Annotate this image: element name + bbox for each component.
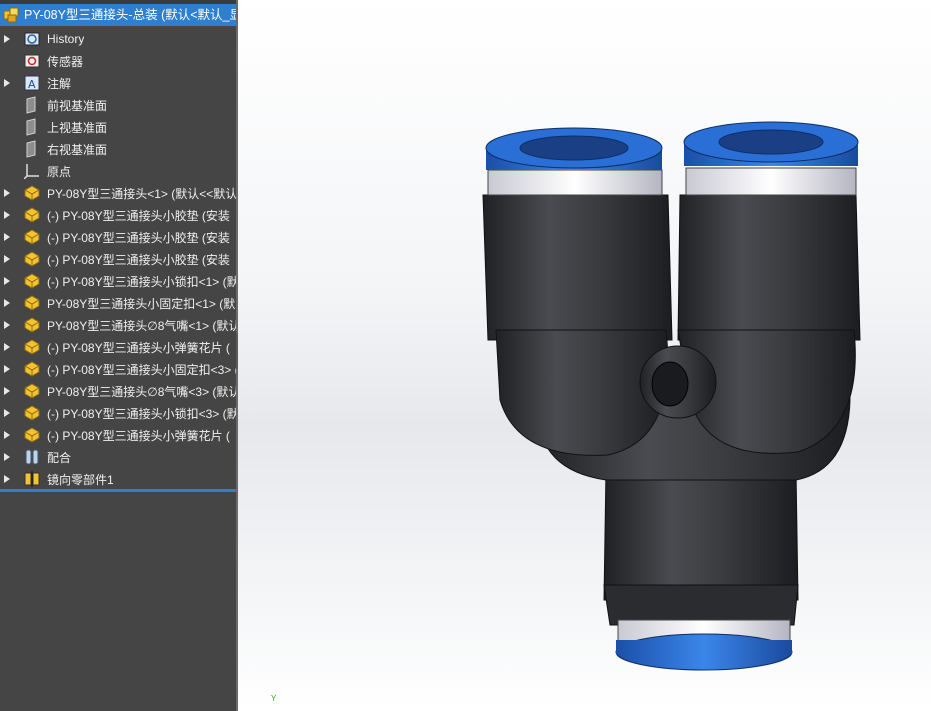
expand-arrow-icon[interactable] [0,431,14,439]
tree-item-label: (-) PY-08Y型三通接头小弹簧花片 ( [47,340,230,355]
tree-item-label: PY-08Y型三通接头<1> (默认<<默认 [47,186,236,201]
tree-item[interactable]: 镜向零部件1 [0,468,236,490]
right-cap-bore [718,129,824,155]
tree-item-label: (-) PY-08Y型三通接头小胶垫 (安装 [47,230,230,245]
expand-arrow-icon[interactable] [0,211,14,219]
tree-item[interactable]: (-) PY-08Y型三通接头小锁扣<1> (默 [0,270,236,292]
lower-cap-side [616,640,792,654]
tree-item[interactable]: PY-08Y型三通接头∅8气嘴<3> (默认 [0,380,236,402]
tree-item[interactable]: (-) PY-08Y型三通接头小胶垫 (安装 [0,226,236,248]
left-cap-bore [519,135,629,161]
assembly-icon [2,6,20,24]
y-connector-model[interactable] [238,0,931,711]
tree-item[interactable]: 前视基准面 [0,94,236,116]
expand-arrow-icon[interactable] [0,365,14,373]
plane-icon [22,118,42,136]
tree-item-label: 前视基准面 [47,98,108,113]
tree-item-label: (-) PY-08Y型三通接头小胶垫 (安装 [47,252,230,267]
expand-arrow-icon[interactable] [0,35,14,43]
tree-item-label: (-) PY-08Y型三通接头小胶垫 (安装 [47,208,230,223]
expand-arrow-icon[interactable] [0,387,14,395]
part-icon [22,404,42,422]
tree-item-label: 原点 [47,164,72,179]
center-boss-hole [651,361,689,407]
sensor-icon [22,52,42,70]
right-tube [677,194,861,341]
tree-item[interactable]: 上视基准面 [0,116,236,138]
mirror-component-icon [22,470,42,488]
part-icon [22,382,42,400]
part-icon [22,206,42,224]
tree-item[interactable]: (-) PY-08Y型三通接头小胶垫 (安装 [0,248,236,270]
tree-item-label: History [47,32,85,46]
part-icon [22,316,42,334]
tree-item[interactable]: History [0,28,236,50]
tree-item[interactable]: PY-08Y型三通接头∅8气嘴<1> (默认 [0,314,236,336]
tree-item-label: 上视基准面 [47,120,108,135]
part-icon [22,272,42,290]
expand-arrow-icon[interactable] [0,475,14,483]
feature-manager-tree[interactable]: PY-08Y型三通接头-总装 (默认<默认_显 History 传感器 A 注解前视基… [0,0,236,711]
part-icon [22,228,42,246]
tree-item[interactable]: 右视基准面 [0,138,236,160]
left-ring [487,169,663,196]
tree-item[interactable]: (-) PY-08Y型三通接头小弹簧花片 ( [0,336,236,358]
part-icon [22,360,42,378]
annotation-icon: A [22,74,42,92]
part-icon [22,426,42,444]
plane-icon [22,96,42,114]
mates-icon [22,448,42,466]
tree-item-label: PY-08Y型三通接头小固定扣<1> (默 [47,296,236,311]
expand-arrow-icon[interactable] [0,409,14,417]
part-icon [22,250,42,268]
lower-collar [603,584,799,626]
tree-item[interactable]: 原点 [0,160,236,182]
tree-item-label: (-) PY-08Y型三通接头小锁扣<1> (默 [47,274,236,289]
expand-arrow-icon[interactable] [0,233,14,241]
tree-item-label: 镜向零部件1 [47,472,114,487]
tree-bottom-divider [0,489,236,492]
tree-item[interactable]: (-) PY-08Y型三通接头小弹簧花片 ( [0,424,236,446]
assembly-title-text: PY-08Y型三通接头-总装 (默认<默认_显 [24,8,236,22]
part-icon [22,294,42,312]
tree-item[interactable]: (-) PY-08Y型三通接头小固定扣<3> ( [0,358,236,380]
left-tube [482,194,673,341]
tree-item-label: 右视基准面 [47,142,108,157]
tree-item-label: (-) PY-08Y型三通接头小固定扣<3> ( [47,362,236,377]
tree-item-label: PY-08Y型三通接头∅8气嘴<3> (默认 [47,384,236,399]
tree-item[interactable]: PY-08Y型三通接头小固定扣<1> (默 [0,292,236,314]
history-icon [22,30,42,48]
tree-item[interactable]: 配合 [0,446,236,468]
expand-arrow-icon[interactable] [0,79,14,87]
tree-item-label: 传感器 [47,54,84,69]
part-icon [22,338,42,356]
plane-icon [22,140,42,158]
expand-arrow-icon[interactable] [0,255,14,263]
expand-arrow-icon[interactable] [0,189,14,197]
expand-arrow-icon[interactable] [0,321,14,329]
origin-icon [22,162,42,180]
svg-text:A: A [28,78,36,91]
tree-item-label: (-) PY-08Y型三通接头小锁扣<3> (默 [47,406,236,421]
tree-item[interactable]: (-) PY-08Y型三通接头小锁扣<3> (默 [0,402,236,424]
tree-item-label: 注解 [47,76,72,91]
right-ring [685,167,857,196]
view-triad: Y [271,694,277,703]
tree-item[interactable]: A 注解 [0,72,236,94]
expand-arrow-icon[interactable] [0,277,14,285]
tree-item[interactable]: 传感器 [0,50,236,72]
expand-arrow-icon[interactable] [0,453,14,461]
assembly-title[interactable]: PY-08Y型三通接头-总装 (默认<默认_显 [0,4,236,26]
tree-item[interactable]: (-) PY-08Y型三通接头小胶垫 (安装 [0,204,236,226]
graphics-viewport[interactable]: Y [238,0,931,711]
tree-item-label: PY-08Y型三通接头∅8气嘴<1> (默认 [47,318,236,333]
part-icon [22,184,42,202]
tree-item-label: (-) PY-08Y型三通接头小弹簧花片 ( [47,428,230,443]
lower-tube [603,469,799,601]
tree-item[interactable]: PY-08Y型三通接头<1> (默认<<默认 [0,182,236,204]
expand-arrow-icon[interactable] [0,299,14,307]
tree-item-label: 配合 [47,450,72,465]
expand-arrow-icon[interactable] [0,343,14,351]
